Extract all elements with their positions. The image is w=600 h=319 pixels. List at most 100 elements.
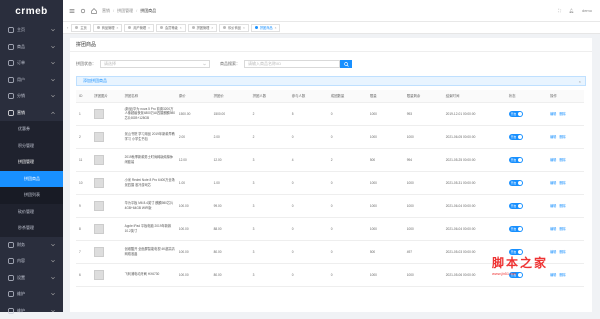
table-cell: (新品)华为 nova 5 Pro 前置3200万人像超级夜景4800万AI四摄… — [122, 102, 176, 125]
edit-button[interactable]: 编辑 — [550, 181, 556, 185]
sidebar-item-b1[interactable]: 内容 — [0, 253, 63, 270]
column-header: 拼团图片 — [91, 90, 121, 102]
delete-button[interactable]: 删除 — [559, 112, 565, 116]
toggle-label: 开启 — [511, 227, 517, 231]
edit-button[interactable]: 编辑 — [550, 112, 556, 116]
status-select[interactable]: 请选择 — [100, 60, 210, 68]
table-cell: 1000 — [404, 217, 443, 240]
table-cell: 0 — [328, 194, 367, 217]
goods-icon — [8, 44, 14, 50]
edit-button[interactable]: 编辑 — [550, 158, 556, 162]
close-icon[interactable]: × — [275, 26, 277, 30]
breadcrumb-2[interactable]: 拼团管理 — [117, 8, 133, 14]
product-thumbnail[interactable] — [94, 270, 104, 280]
sidebar-item-3[interactable]: 用户 — [0, 72, 63, 89]
table-cell: 497 — [404, 240, 443, 263]
add-group-product-link[interactable]: 添加拼团商品 — [83, 78, 107, 84]
status-toggle[interactable]: 开启 — [509, 203, 523, 209]
user-icon — [8, 77, 14, 83]
table-cell: 1500.00 — [176, 102, 211, 125]
edit-button[interactable]: 编辑 — [550, 204, 556, 208]
close-icon[interactable]: × — [148, 26, 150, 30]
product-thumbnail[interactable] — [94, 224, 104, 234]
search-button[interactable] — [340, 60, 352, 68]
refresh-icon[interactable] — [80, 8, 86, 14]
product-thumbnail[interactable] — [94, 201, 104, 211]
chevron-down-icon — [51, 61, 55, 65]
tab-2[interactable]: 用户管理× — [124, 24, 154, 32]
sidebar-subsubitem-0[interactable]: 拼团商品 — [0, 171, 63, 188]
edit-button[interactable]: 编辑 — [550, 227, 556, 231]
product-thumbnail[interactable] — [94, 109, 104, 119]
sidebar-item-4[interactable]: 分销 — [0, 88, 63, 105]
actions-cell: 编辑删除 — [547, 217, 584, 240]
sidebar-item-b3[interactable]: 维护 — [0, 286, 63, 303]
tab-1[interactable]: 商品管理× — [93, 24, 123, 32]
tab-4[interactable]: 拼团管理× — [188, 24, 218, 32]
tab-5[interactable]: 砍价商品× — [219, 24, 249, 32]
table-cell: 2019-12-01 00:00:00 — [443, 102, 506, 125]
column-header: 限量 — [367, 90, 404, 102]
sidebar-subitem-2[interactable]: 拼团管理 — [0, 154, 63, 171]
table-cell: 3 — [250, 194, 289, 217]
delete-button[interactable]: 删除 — [559, 158, 565, 162]
search-input[interactable]: 请输入商品名称/ID — [244, 60, 340, 68]
sidebar-moreitem-1[interactable]: 秒杀管理 — [0, 220, 63, 237]
delete-button[interactable]: 删除 — [559, 135, 565, 139]
column-header: 参与人数 — [289, 90, 328, 102]
sidebar-item-label: 商品 — [17, 44, 25, 50]
sidebar-item-1[interactable]: 商品 — [0, 39, 63, 56]
status-select-placeholder: 请选择 — [104, 61, 116, 67]
status-toggle[interactable]: 开启 — [509, 111, 523, 117]
home-icon[interactable] — [91, 8, 97, 14]
tab-prev-icon[interactable]: ‹ — [67, 25, 68, 30]
sidebar-subitem-0[interactable]: 优惠券 — [0, 121, 63, 138]
sidebar-moreitem-0[interactable]: 砍价管理 — [0, 204, 63, 221]
product-thumbnail[interactable] — [94, 247, 104, 257]
close-icon[interactable]: × — [243, 26, 245, 30]
sidebar-subsubitem-1[interactable]: 拼团列表 — [0, 187, 63, 204]
sidebar-subitem-1[interactable]: 积分管理 — [0, 138, 63, 155]
add-group-product-bar[interactable]: 添加拼团商品 × — [76, 76, 586, 86]
sidebar-item-2[interactable]: 订单 — [0, 55, 63, 72]
sidebar-item-0[interactable]: 主页 — [0, 22, 63, 39]
status-toggle[interactable]: 开启 — [509, 226, 523, 232]
bell-icon[interactable]: 🔔︎ — [569, 8, 574, 13]
table-cell: 100.00 — [176, 263, 211, 286]
column-header: 拼团人数 — [250, 90, 289, 102]
tab-6[interactable]: 拼团商品× — [251, 24, 281, 32]
close-icon[interactable]: × — [211, 26, 213, 30]
sidebar-item-b2[interactable]: 设置 — [0, 270, 63, 287]
product-thumbnail-cell — [91, 217, 121, 240]
sidebar-item-b4[interactable]: 维护 — [0, 303, 63, 319]
tab-0[interactable]: 主页 — [71, 24, 90, 32]
close-icon[interactable]: × — [579, 79, 581, 84]
delete-button[interactable]: 删除 — [559, 227, 565, 231]
toggle-label: 开启 — [511, 135, 517, 139]
table-cell: 7 — [76, 240, 91, 263]
product-thumbnail[interactable] — [94, 132, 104, 142]
status-toggle[interactable]: 开启 — [509, 157, 523, 163]
page-title: 拼团商品 — [70, 38, 592, 52]
delete-button[interactable]: 删除 — [559, 181, 565, 185]
table-cell: Apple iPad 平板电脑 2019年新款 10.2英寸 — [122, 217, 176, 240]
close-icon[interactable]: × — [116, 26, 118, 30]
status-toggle[interactable]: 开启 — [509, 134, 523, 140]
column-header: ID — [76, 90, 91, 102]
breadcrumb-1[interactable]: 营销 — [102, 8, 110, 14]
fullscreen-icon[interactable]: ⛶ — [558, 8, 561, 13]
sidebar-item-5[interactable]: 营销 — [0, 105, 63, 122]
product-thumbnail[interactable] — [94, 155, 104, 165]
product-thumbnail[interactable] — [94, 178, 104, 188]
close-icon[interactable]: × — [180, 26, 182, 30]
sidebar-item-b0[interactable]: 财务 — [0, 237, 63, 254]
menu-toggle-icon[interactable] — [69, 8, 75, 14]
tab-3[interactable]: 会员等级× — [156, 24, 186, 32]
edit-button[interactable]: 编辑 — [550, 135, 556, 139]
table-cell: 0 — [328, 171, 367, 194]
delete-button[interactable]: 删除 — [559, 204, 565, 208]
table-cell: 2021-06-05 00:00:00 — [443, 125, 506, 148]
user-name[interactable]: demo — [582, 8, 592, 13]
status-toggle[interactable]: 开启 — [509, 180, 523, 186]
table-cell: 100.00 — [176, 240, 211, 263]
